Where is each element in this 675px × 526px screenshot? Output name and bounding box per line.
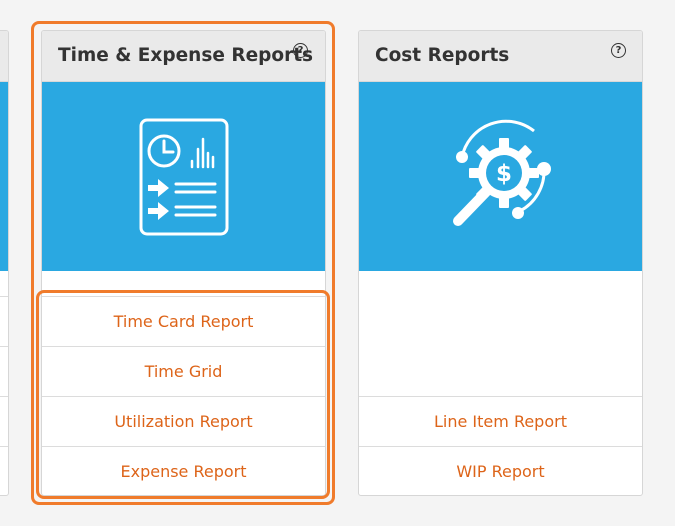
card-title: Cost Reports xyxy=(375,45,510,66)
partial-card-row xyxy=(0,396,8,447)
line-item-report-link[interactable]: Line Item Report xyxy=(359,396,642,447)
help-icon[interactable]: ? xyxy=(293,43,308,58)
partial-card-header xyxy=(0,31,8,82)
report-document-icon xyxy=(139,118,228,235)
card-title: Time & Expense Reports xyxy=(58,45,314,66)
card-banner: $ xyxy=(359,82,642,271)
partial-card-row xyxy=(0,296,8,347)
cost-reports-card: Cost Reports ? $ Line Item Report WIP Re… xyxy=(358,30,643,496)
card-header: Cost Reports ? xyxy=(359,31,642,82)
card-banner xyxy=(42,82,325,271)
time-expense-reports-card: Time & Expense Reports ? Time Card Repor… xyxy=(41,30,326,496)
partial-report-card-left xyxy=(0,30,9,496)
time-grid-link[interactable]: Time Grid xyxy=(42,346,325,397)
wip-report-link[interactable]: WIP Report xyxy=(359,446,642,495)
svg-text:$: $ xyxy=(495,161,511,187)
help-icon[interactable]: ? xyxy=(611,43,626,58)
expense-report-link[interactable]: Expense Report xyxy=(42,446,325,495)
cost-analysis-icon: $ xyxy=(452,119,551,226)
partial-card-row xyxy=(0,446,8,495)
card-header: Time & Expense Reports ? xyxy=(42,31,325,82)
partial-card-banner xyxy=(0,82,8,271)
partial-card-row xyxy=(0,346,8,397)
time-card-report-link[interactable]: Time Card Report xyxy=(42,296,325,347)
utilization-report-link[interactable]: Utilization Report xyxy=(42,396,325,447)
